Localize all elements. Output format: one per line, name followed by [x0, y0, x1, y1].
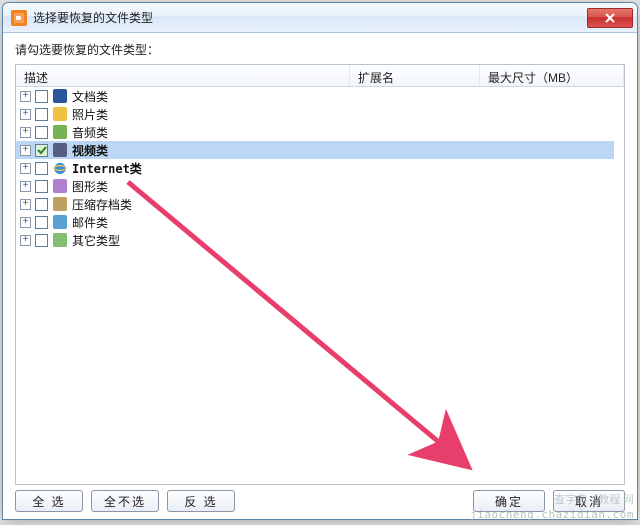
- col-description[interactable]: 描述: [16, 65, 350, 86]
- instruction-text: 请勾选要恢复的文件类型：: [3, 33, 637, 64]
- row-label: 图形类: [72, 178, 108, 195]
- row-docs[interactable]: + 文档类: [16, 87, 624, 105]
- row-mail[interactable]: + 邮件类: [16, 213, 624, 231]
- row-photos[interactable]: + 照片类: [16, 105, 624, 123]
- row-label: 照片类: [72, 106, 108, 123]
- ie-icon: [52, 160, 68, 176]
- row-label: 其它类型: [72, 232, 120, 249]
- audio-icon: [52, 124, 68, 140]
- window-title: 选择要恢复的文件类型: [33, 9, 587, 26]
- gfx-icon: [52, 178, 68, 194]
- watermark-line2: jiaocheng.chazidian.com: [470, 508, 634, 521]
- row-audio[interactable]: + 音频类: [16, 123, 624, 141]
- checkbox-graphics[interactable]: [35, 180, 48, 193]
- titlebar[interactable]: 选择要恢复的文件类型: [3, 3, 637, 33]
- select-all-button[interactable]: 全 选: [15, 490, 83, 512]
- photo-icon: [52, 106, 68, 122]
- row-internet[interactable]: + Internet类: [16, 159, 624, 177]
- invert-button[interactable]: 反 选: [167, 490, 235, 512]
- checkbox-archive[interactable]: [35, 198, 48, 211]
- checkbox-other[interactable]: [35, 234, 48, 247]
- row-label: 文档类: [72, 88, 108, 105]
- expand-icon[interactable]: +: [20, 109, 31, 120]
- select-none-button[interactable]: 全不选: [91, 490, 159, 512]
- mail-icon: [52, 214, 68, 230]
- expand-icon[interactable]: +: [20, 181, 31, 192]
- expand-icon[interactable]: +: [20, 145, 31, 156]
- list-header: 描述 扩展名 最大尺寸（MB）: [16, 65, 624, 87]
- dialog-window: 选择要恢复的文件类型 请勾选要恢复的文件类型： 描述 扩展名 最大尺寸（MB） …: [2, 2, 638, 520]
- checkbox-photos[interactable]: [35, 108, 48, 121]
- row-video[interactable]: + 视频类: [16, 141, 614, 159]
- row-label: 邮件类: [72, 214, 108, 231]
- list-body: + 文档类 + 照片类 + 音频类 + 视频类 + Internet类 + 图形类 + 压缩存档类 + 邮件类…: [16, 87, 624, 484]
- checkbox-docs[interactable]: [35, 90, 48, 103]
- expand-icon[interactable]: +: [20, 91, 31, 102]
- expand-icon[interactable]: +: [20, 163, 31, 174]
- doc-icon: [52, 88, 68, 104]
- zip-icon: [52, 196, 68, 212]
- row-label: 压缩存档类: [72, 196, 132, 213]
- row-archive[interactable]: + 压缩存档类: [16, 195, 624, 213]
- row-label: Internet类: [72, 160, 142, 177]
- checkbox-mail[interactable]: [35, 216, 48, 229]
- watermark-line1: 查字典【教程 网: [554, 491, 634, 507]
- row-label: 视频类: [72, 142, 108, 159]
- close-button[interactable]: [587, 8, 633, 28]
- expand-icon[interactable]: +: [20, 127, 31, 138]
- other-icon: [52, 232, 68, 248]
- file-type-list: 描述 扩展名 最大尺寸（MB） + 文档类 + 照片类 + 音频类 + 视频类 + Interne…: [15, 64, 625, 485]
- col-maxsize[interactable]: 最大尺寸（MB）: [480, 65, 624, 86]
- checkbox-internet[interactable]: [35, 162, 48, 175]
- row-other[interactable]: + 其它类型: [16, 231, 624, 249]
- expand-icon[interactable]: +: [20, 217, 31, 228]
- row-graphics[interactable]: + 图形类: [16, 177, 624, 195]
- app-icon: [11, 10, 27, 26]
- video-icon: [52, 142, 68, 158]
- checkbox-video[interactable]: [35, 144, 48, 157]
- expand-icon[interactable]: +: [20, 235, 31, 246]
- row-label: 音频类: [72, 124, 108, 141]
- expand-icon[interactable]: +: [20, 199, 31, 210]
- col-extension[interactable]: 扩展名: [350, 65, 480, 86]
- checkbox-audio[interactable]: [35, 126, 48, 139]
